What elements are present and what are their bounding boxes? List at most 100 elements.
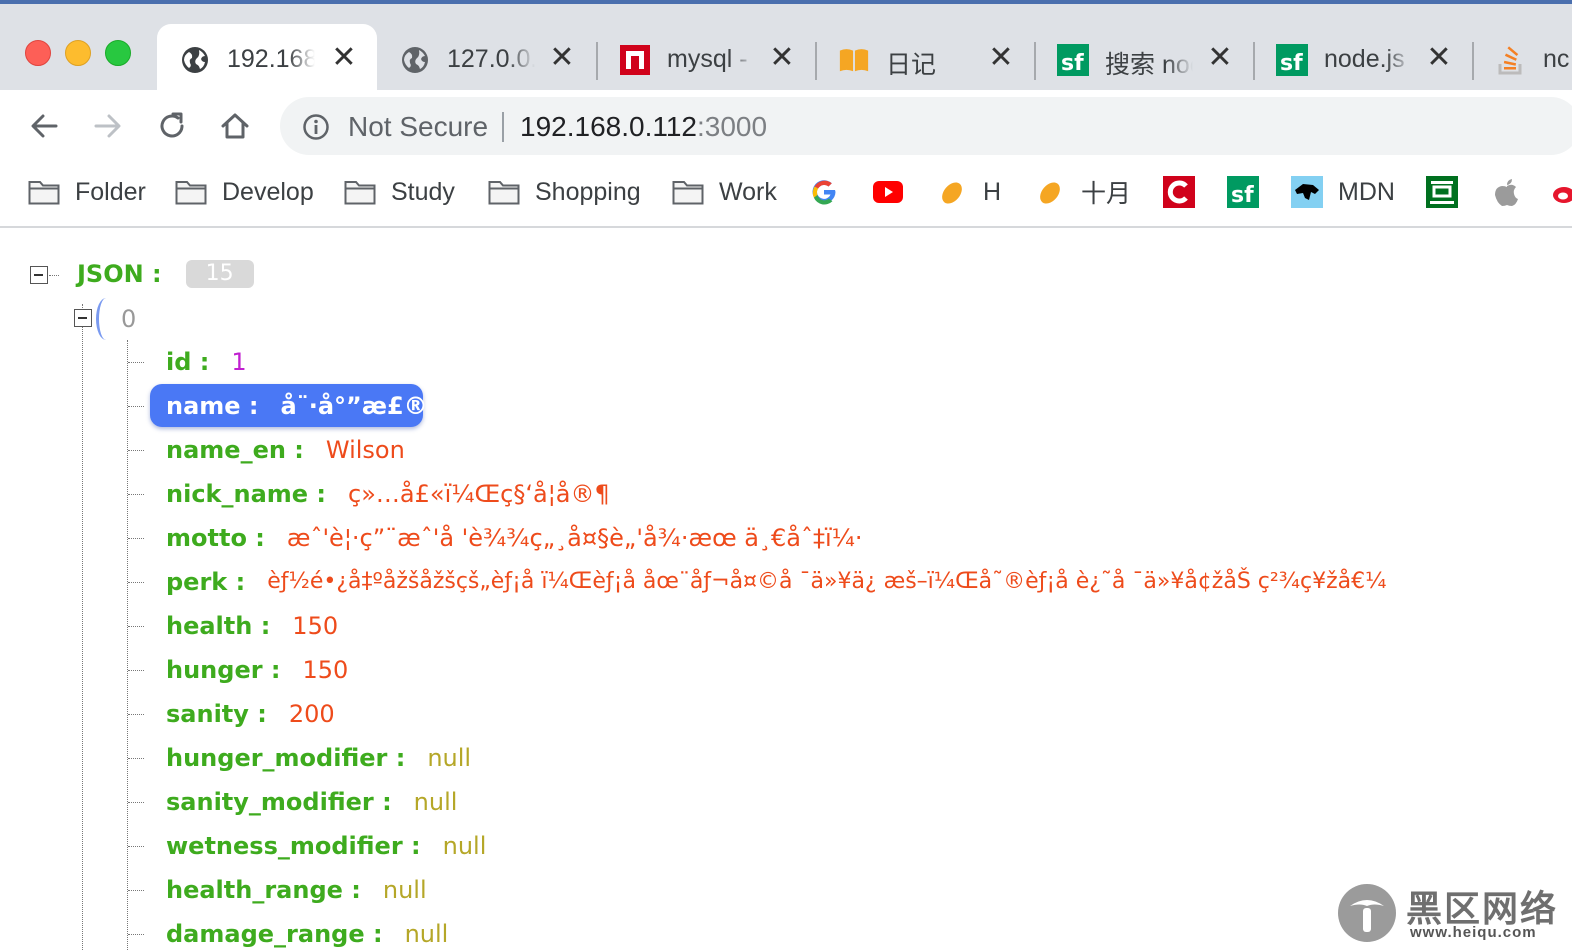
bookmarks-bar: Folder Develop Study Shopping Work H 十月 … — [0, 162, 1572, 228]
tab-close-icon[interactable]: ✕ — [986, 43, 1016, 73]
tab-stackoverflow[interactable]: nc — [1473, 24, 1572, 94]
url-text[interactable]: 192.168.0.112:3000 — [520, 111, 767, 143]
json-viewer: JSON : 15 0 id : 1 name : å¨·å°”æ£® name… — [0, 228, 1572, 950]
bookmark-apple[interactable] — [1490, 172, 1524, 212]
bookmark-label: H — [983, 177, 1002, 206]
json-key: sanity_modifier : — [166, 788, 392, 816]
json-field-name-en[interactable]: name_en : Wilson — [166, 430, 405, 470]
tree-connector — [128, 758, 144, 759]
json-key: id : — [166, 348, 210, 376]
tab-title: node.js - — [1324, 45, 1412, 73]
bookmark-google[interactable] — [807, 172, 841, 212]
json-value: èƒ½é•¿å‡ºåžšåžšçš„èƒ¡å ï¼Œèƒ¡å åœ¨åƒ¬å¤©… — [267, 569, 1387, 594]
tree-connector — [128, 582, 144, 583]
json-value: å¨·å°”æ£® — [280, 392, 428, 420]
json-field-health[interactable]: health : 150 — [166, 606, 338, 646]
bookmark-folder-shopping[interactable]: Shopping — [487, 172, 641, 212]
sf-favicon: sf — [1057, 44, 1089, 76]
json-field-sanity[interactable]: sanity : 200 — [166, 694, 335, 734]
tab-title: 192.168. — [227, 45, 315, 73]
back-arrow-icon — [31, 114, 58, 138]
reload-button[interactable] — [150, 104, 194, 148]
bookmark-segmentfault[interactable]: sf — [1226, 172, 1260, 212]
folder-icon — [671, 175, 705, 209]
json-field-hunger-modifier[interactable]: hunger_modifier : null — [166, 738, 471, 778]
tab-close-icon[interactable]: ✕ — [547, 43, 577, 73]
svg-text:sf: sf — [1061, 51, 1084, 76]
bookmark-h[interactable]: H — [935, 172, 1001, 212]
tab-127-0-0-1[interactable]: 127.0.0.1 ✕ — [377, 24, 595, 94]
tree-connector — [128, 670, 144, 671]
home-button[interactable] — [213, 104, 257, 148]
bookmark-youtube[interactable] — [871, 172, 905, 212]
tab-title: nc — [1543, 45, 1570, 73]
folder-icon — [487, 175, 521, 209]
json-value: null — [442, 832, 487, 860]
sf-favicon: sf — [1276, 44, 1308, 76]
tab-close-icon[interactable]: ✕ — [1205, 43, 1235, 73]
tab-close-icon[interactable]: ✕ — [1424, 43, 1454, 73]
security-label: Not Secure — [348, 111, 489, 142]
forward-button[interactable] — [86, 104, 130, 148]
tab-close-icon[interactable]: ✕ — [329, 43, 359, 73]
watermark-url: www.heiqu.com — [1410, 924, 1537, 941]
tab-title: 日记 — [886, 51, 937, 79]
json-field-nick-name[interactable]: nick_name : ç»…å£«ï¼Œç§‘å¦å®¶ — [166, 474, 610, 514]
json-value: null — [427, 744, 472, 772]
item-0-collapse-toggle[interactable] — [74, 309, 92, 327]
json-field-motto[interactable]: motto : æˆ'è¦·ç”¨æˆ'å 'è¾¾ç„¸å¤§è„'å¾·æœ… — [166, 518, 863, 558]
json-field-damage-range[interactable]: damage_range : null — [166, 914, 448, 950]
back-button[interactable] — [22, 104, 66, 148]
tree-connector — [128, 538, 144, 539]
json-key: perk : — [166, 568, 246, 596]
window-minimize-button[interactable] — [65, 40, 91, 66]
json-field-sanity-modifier[interactable]: sanity_modifier : null — [166, 782, 457, 822]
json-field-perk[interactable]: perk : èƒ½é•¿å‡ºåžšåžšçš„èƒ¡å ï¼Œèƒ¡å åœ… — [166, 562, 1386, 602]
bookmark-october[interactable]: 十月 — [1033, 172, 1131, 212]
window-close-button[interactable] — [25, 40, 51, 66]
bookmark-folder-folder[interactable]: Folder — [27, 172, 146, 212]
json-field-name[interactable]: name : å¨·å°”æ£® — [166, 386, 428, 426]
json-field-wetness-modifier[interactable]: wetness_modifier : null — [166, 826, 486, 866]
root-node: JSON : 15 — [77, 254, 254, 294]
stackoverflow-icon — [1495, 44, 1527, 76]
json-value: ç»…å£«ï¼Œç§‘å¦å®¶ — [348, 480, 610, 508]
bookmark-folder-study[interactable]: Study — [343, 172, 455, 212]
tab-diary[interactable]: 日记 ✕ — [816, 24, 1034, 94]
google-icon — [807, 175, 841, 209]
tree-connector — [128, 802, 144, 803]
bookmark-label: Study — [391, 177, 455, 206]
tab-close-icon[interactable]: ✕ — [767, 43, 797, 73]
tab-192-168[interactable]: 192.168. ✕ — [157, 24, 377, 94]
douban-icon — [1425, 175, 1459, 209]
bookmark-label: MDN — [1338, 177, 1395, 206]
json-key: sanity : — [166, 700, 267, 728]
address-bar[interactable]: Not Secure 192.168.0.112:3000 — [280, 97, 1572, 155]
bookmark-folder-develop[interactable]: Develop — [174, 172, 314, 212]
youtube-icon — [871, 175, 905, 209]
bookmark-weibo[interactable] — [1552, 172, 1572, 212]
tab-search-node[interactable]: sf 搜索 noc ✕ — [1035, 24, 1253, 94]
folder-icon — [27, 175, 61, 209]
bookmark-label: 十月 — [1081, 180, 1132, 208]
root-collapse-toggle[interactable] — [30, 266, 48, 284]
tab-nodejs[interactable]: sf node.js - ✕ — [1254, 24, 1472, 94]
bookmark-folder-work[interactable]: Work — [671, 172, 777, 212]
json-value: 150 — [292, 612, 339, 640]
bookmark-c-red[interactable] — [1162, 172, 1196, 212]
bookmark-douban[interactable] — [1425, 172, 1459, 212]
json-field-hunger[interactable]: hunger : 150 — [166, 650, 348, 690]
tab-mysql[interactable]: mysql - r ✕ — [597, 24, 815, 94]
open-bracket — [96, 298, 116, 340]
json-field-health-range[interactable]: health_range : null — [166, 870, 427, 910]
info-icon[interactable] — [302, 113, 330, 146]
json-key: hunger_modifier : — [166, 744, 406, 772]
tab-title: 搜索 noc — [1105, 51, 1193, 79]
window-zoom-button[interactable] — [105, 40, 131, 66]
json-key: name : — [166, 392, 259, 420]
json-field-id[interactable]: id : 1 — [166, 342, 247, 382]
mango-icon — [1033, 175, 1067, 209]
globe-icon — [179, 44, 211, 76]
bookmark-label: Shopping — [535, 177, 641, 206]
bookmark-mdn[interactable]: MDN — [1290, 172, 1395, 212]
